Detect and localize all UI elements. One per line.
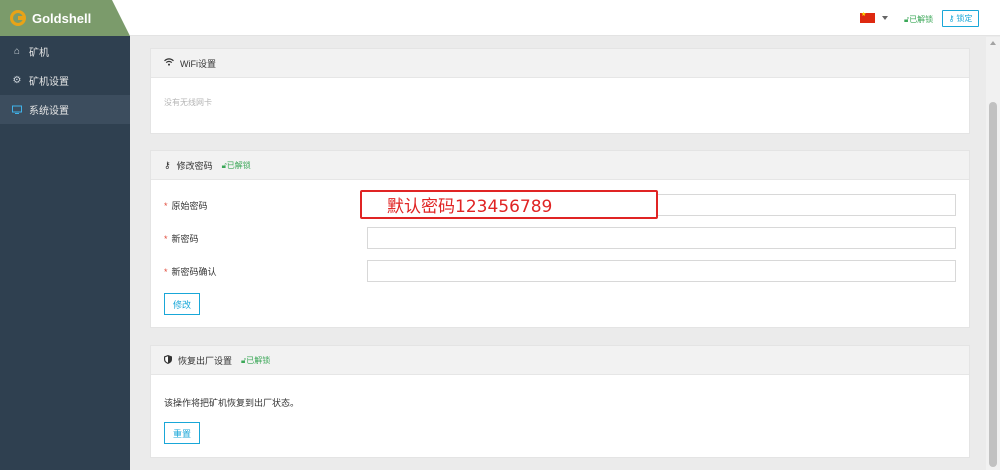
gear-icon: ⚙	[12, 74, 22, 86]
panel-header: 恢复出厂设置 🔓︎已解锁	[151, 346, 969, 375]
unlock-badge: 🔓︎已解锁	[241, 355, 271, 365]
page-scrollbar[interactable]	[986, 37, 1000, 470]
old-password-label: * 原始密码	[164, 201, 208, 211]
reset-button[interactable]: 重置	[164, 422, 201, 444]
panel-title: 修改密码	[176, 160, 213, 171]
sidebar: Goldshell ⌂ 矿机 ⚙ 矿机设置 系统设置	[0, 0, 130, 470]
sidebar-item-system-settings[interactable]: 系统设置	[0, 95, 130, 124]
shield-icon	[164, 354, 172, 366]
confirm-password-input[interactable]	[367, 260, 956, 282]
wifi-icon	[164, 58, 174, 68]
key-icon: ⚷	[948, 14, 955, 23]
confirm-password-row: * 新密码确认	[164, 260, 959, 282]
confirm-password-label: * 新密码确认	[164, 267, 217, 277]
sidebar-item-label: 矿机	[29, 48, 49, 59]
monitor-icon	[12, 105, 22, 115]
cn-flag-icon[interactable]	[860, 11, 875, 23]
sidebar-item-miner-settings[interactable]: ⚙ 矿机设置	[0, 66, 130, 95]
panel-title: WiFi设置	[180, 58, 216, 69]
sidebar-item-label: 系统设置	[29, 106, 69, 117]
key-icon: ⚷	[164, 159, 171, 170]
modify-button[interactable]: 修改	[164, 293, 201, 315]
new-password-row: * 新密码	[164, 227, 959, 249]
factory-reset-panel: 恢复出厂设置 🔓︎已解锁 该操作将把矿机恢复到出厂状态。 重置	[150, 345, 970, 458]
panel-header: WiFi设置	[151, 49, 969, 78]
unlock-status: 🔓︎已解锁	[904, 15, 934, 24]
top-bar: 🔓︎已解锁 ⚷锁定	[130, 0, 1000, 36]
sidebar-nav: ⌂ 矿机 ⚙ 矿机设置 系统设置	[0, 37, 130, 124]
goldshell-logo-icon	[10, 10, 26, 26]
lock-button[interactable]: ⚷ 锁定	[942, 10, 979, 27]
scroll-up-icon[interactable]	[990, 41, 996, 45]
sidebar-item-miner[interactable]: ⌂ 矿机	[0, 37, 130, 66]
brand-name: Goldshell	[32, 11, 92, 26]
scroll-thumb[interactable]	[989, 102, 997, 467]
brand-header: Goldshell	[0, 0, 130, 36]
wifi-settings-panel: WiFi设置 没有无线网卡	[150, 48, 970, 134]
unlock-badge: 🔓︎已解锁	[221, 160, 251, 170]
empty-message: 没有无线网卡	[164, 98, 212, 107]
home-icon: ⌂	[13, 45, 21, 57]
panel-title: 恢复出厂设置	[178, 355, 233, 366]
sidebar-item-label: 矿机设置	[29, 77, 69, 88]
panel-header: ⚷ 修改密码 🔓︎已解锁	[151, 151, 969, 180]
chevron-down-icon[interactable]	[882, 16, 888, 20]
new-password-label: * 新密码	[164, 234, 199, 244]
reset-description: 该操作将把矿机恢复到出厂状态。	[164, 398, 300, 408]
change-password-panel: ⚷ 修改密码 🔓︎已解锁 * 原始密码 * 新密码 * 新密码确认 修改 默认密码12…	[150, 150, 970, 328]
new-password-input[interactable]	[367, 227, 956, 249]
default-password-annotation: 默认密码123456789	[360, 190, 658, 219]
